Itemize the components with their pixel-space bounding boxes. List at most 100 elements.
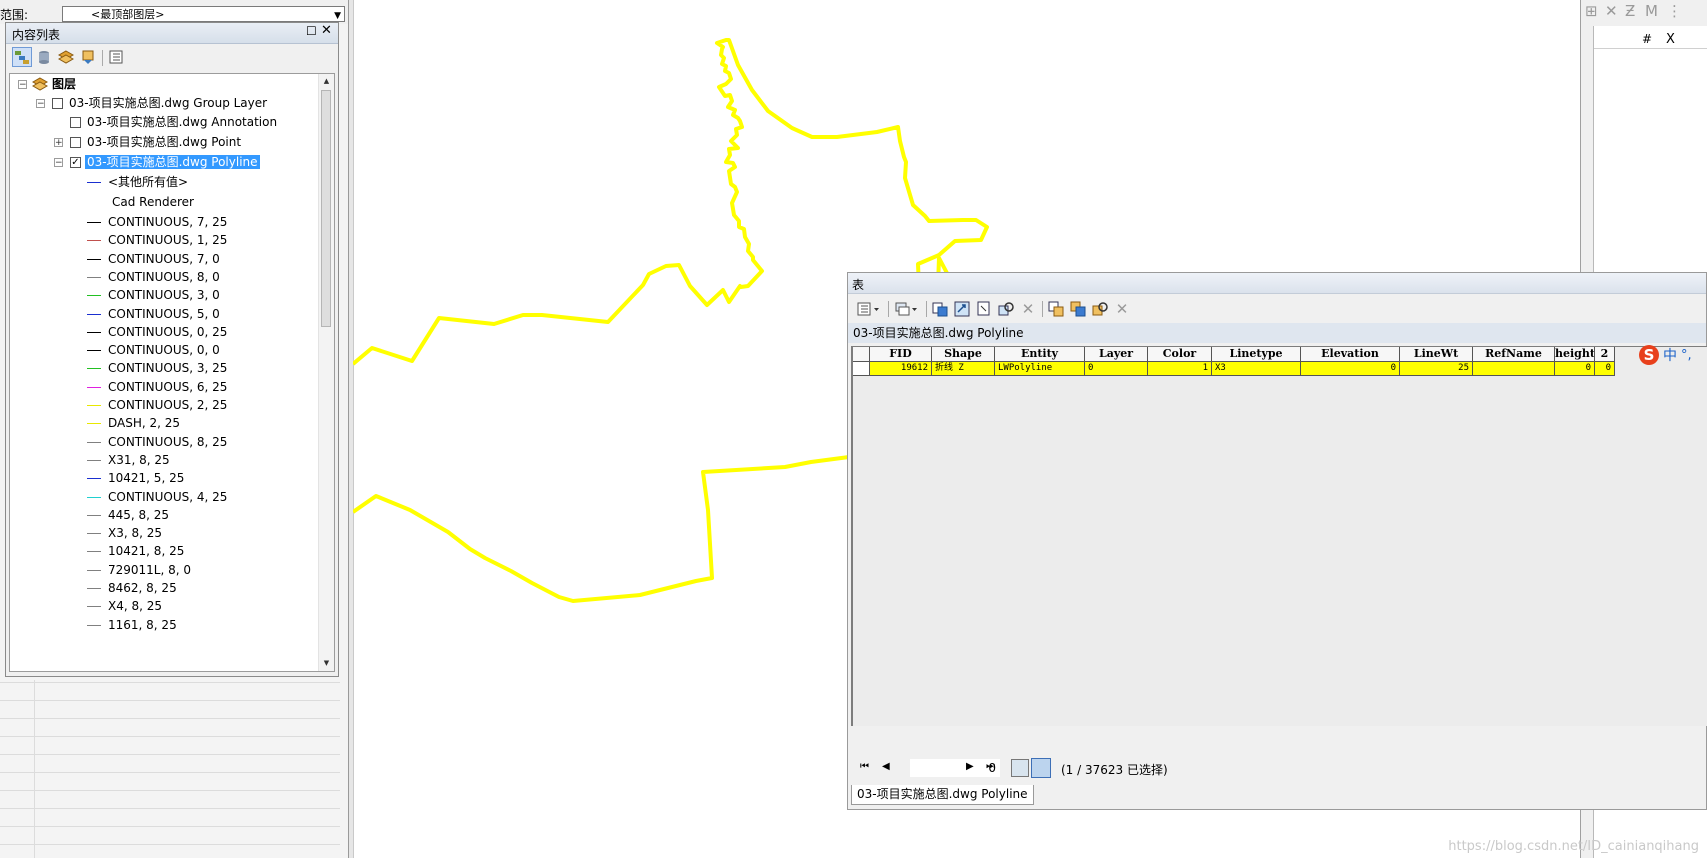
show-all-records-button[interactable] xyxy=(1011,759,1029,777)
z-tool-icon[interactable]: Ƶ xyxy=(1625,2,1635,20)
row-selector[interactable] xyxy=(853,362,870,376)
first-record-icon[interactable]: ⏮ xyxy=(860,761,869,772)
ime-punctuation-mode[interactable]: °, xyxy=(1681,348,1692,363)
legend-item-label[interactable]: 10421, 5, 25 xyxy=(108,469,184,487)
attribute-grid[interactable]: FID Shape Entity Layer Color Linetype Elevatio… xyxy=(851,345,1707,726)
point-layer-label[interactable]: 03-项目实施总图.dwg Point xyxy=(87,133,241,151)
list-by-selection-button[interactable] xyxy=(78,47,98,67)
root-layers-label[interactable]: 图层 xyxy=(52,75,76,93)
legend-item-label[interactable]: CONTINUOUS, 6, 25 xyxy=(108,378,227,396)
legend-item-label[interactable]: CONTINUOUS, 7, 0 xyxy=(108,250,220,268)
table-cell[interactable]: 0 xyxy=(1555,362,1595,376)
table-cell[interactable]: 0 xyxy=(1301,362,1400,376)
table-cell[interactable]: 19612 xyxy=(870,362,932,376)
table-cell[interactable]: LWPolyline xyxy=(995,362,1085,376)
column-header[interactable]: Shape xyxy=(932,347,995,362)
legend-item-label[interactable]: CONTINUOUS, 3, 25 xyxy=(108,359,227,377)
previous-record-icon[interactable]: ◀ xyxy=(882,761,890,772)
legend-item-label[interactable]: CONTINUOUS, 0, 25 xyxy=(108,323,227,341)
zoom-records-button[interactable] xyxy=(1090,299,1110,319)
legend-item-label[interactable]: DASH, 2, 25 xyxy=(108,414,180,432)
column-header[interactable]: height xyxy=(1555,347,1595,362)
legend-item-label[interactable]: CONTINUOUS, 8, 0 xyxy=(108,268,220,286)
legend-item-label[interactable]: CONTINUOUS, 3, 0 xyxy=(108,286,220,304)
last-record-icon[interactable]: ⏭ xyxy=(986,761,995,772)
scroll-up-icon[interactable]: ▲ xyxy=(319,74,334,89)
zoom-to-selected-button[interactable] xyxy=(996,299,1016,319)
table-options-button[interactable] xyxy=(854,299,884,319)
toc-titlebar[interactable]: 内容列表 ☐ ✕ xyxy=(6,23,338,44)
table-cell[interactable]: 0 xyxy=(1595,362,1615,376)
grid-tool-icon[interactable]: ⊞ xyxy=(1585,2,1598,20)
scroll-down-icon[interactable]: ▼ xyxy=(319,656,334,671)
table-cell[interactable]: X3 xyxy=(1212,362,1301,376)
table-titlebar[interactable]: 表 xyxy=(848,273,1706,294)
legend-item-label[interactable]: CONTINUOUS, 7, 25 xyxy=(108,213,227,231)
scope-dropdown[interactable]: <最顶部图层> ▼ xyxy=(62,6,345,22)
paste-records-button[interactable] xyxy=(1068,299,1088,319)
legend-item-label[interactable]: X4, 8, 25 xyxy=(108,597,162,615)
polyline-layer-checkbox[interactable]: ✓ xyxy=(70,157,81,168)
annotation-layer-checkbox[interactable] xyxy=(70,117,81,128)
list-by-drawing-order-button[interactable] xyxy=(12,47,32,67)
copy-records-button[interactable] xyxy=(1046,299,1066,319)
delete-tool-icon[interactable]: ✕ xyxy=(1605,2,1618,20)
next-record-icon[interactable]: ▶ xyxy=(966,761,974,772)
legend-item-label[interactable]: CONTINUOUS, 2, 25 xyxy=(108,396,227,414)
switch-selection-button[interactable] xyxy=(952,299,972,319)
column-header[interactable]: Color xyxy=(1148,347,1212,362)
collapse-icon[interactable]: − xyxy=(18,80,27,90)
measure-tool-icon[interactable]: M xyxy=(1645,2,1658,20)
legend-item-label[interactable]: CONTINUOUS, 8, 25 xyxy=(108,433,227,451)
ime-indicator[interactable]: S 中 °, xyxy=(1639,345,1707,365)
legend-item-label[interactable]: 10421, 8, 25 xyxy=(108,542,184,560)
table-cell[interactable]: 折线 Z xyxy=(932,362,995,376)
point-layer-checkbox[interactable] xyxy=(70,137,81,148)
related-tables-button[interactable] xyxy=(892,299,922,319)
table-tab[interactable]: 03-项目实施总图.dwg Polyline xyxy=(851,785,1034,805)
table-row[interactable]: 19612 折线 Z LWPolyline 0 1 X3 0 25 0 0 xyxy=(853,362,1615,376)
clear-selection-button[interactable] xyxy=(974,299,994,319)
ime-chinese-mode[interactable]: 中 xyxy=(1663,345,1677,365)
legend-item-label[interactable]: CONTINUOUS, 0, 0 xyxy=(108,341,220,359)
scroll-thumb[interactable] xyxy=(321,90,331,327)
legend-item-label[interactable]: CONTINUOUS, 4, 25 xyxy=(108,488,227,506)
legend-item-label[interactable]: 729011L, 8, 0 xyxy=(108,561,191,579)
show-selected-records-button[interactable] xyxy=(1031,758,1051,778)
group-layer-checkbox[interactable] xyxy=(52,98,63,109)
column-header[interactable]: Layer xyxy=(1085,347,1148,362)
column-header[interactable]: Elevation xyxy=(1301,347,1400,362)
delete-records-icon[interactable]: ✕ xyxy=(1112,299,1132,319)
list-by-source-button[interactable] xyxy=(34,47,54,67)
column-header[interactable]: Linetype xyxy=(1212,347,1301,362)
legend-item-label[interactable]: X3, 8, 25 xyxy=(108,524,162,542)
table-cell[interactable]: 1 xyxy=(1148,362,1212,376)
legend-item-label[interactable]: 8462, 8, 25 xyxy=(108,579,177,597)
expand-icon[interactable]: + xyxy=(54,138,63,148)
column-header[interactable]: FID xyxy=(870,347,932,362)
legend-item-label[interactable]: CONTINUOUS, 5, 0 xyxy=(108,305,220,323)
legend-item-label[interactable]: 445, 8, 25 xyxy=(108,506,169,524)
legend-other-values[interactable]: <其他所有值> xyxy=(108,173,188,191)
more-tool-icon[interactable]: ⋮ xyxy=(1667,2,1682,20)
group-layer-label[interactable]: 03-项目实施总图.dwg Group Layer xyxy=(69,94,267,112)
row-selector-header[interactable] xyxy=(853,347,870,362)
column-header[interactable]: RefName xyxy=(1473,347,1555,362)
collapse-icon[interactable]: − xyxy=(54,158,63,168)
table-cell[interactable]: 25 xyxy=(1400,362,1473,376)
select-by-attributes-button[interactable] xyxy=(930,299,950,319)
legend-item-label[interactable]: 1161, 8, 25 xyxy=(108,616,177,634)
column-header[interactable]: LineWt xyxy=(1400,347,1473,362)
legend-item-label[interactable]: CONTINUOUS, 1, 25 xyxy=(108,231,227,249)
legend-item-label[interactable]: X31, 8, 25 xyxy=(108,451,170,469)
annotation-layer-label[interactable]: 03-项目实施总图.dwg Annotation xyxy=(87,113,277,131)
close-icon[interactable]: ✕ xyxy=(321,24,333,37)
table-cell[interactable] xyxy=(1473,362,1555,376)
delete-selected-icon[interactable]: ✕ xyxy=(1018,299,1038,319)
options-button[interactable] xyxy=(106,47,126,67)
toc-scrollbar[interactable]: ▲ ▼ xyxy=(318,74,334,671)
column-header[interactable]: Entity xyxy=(995,347,1085,362)
polyline-layer-label[interactable]: 03-项目实施总图.dwg Polyline xyxy=(85,153,260,171)
table-cell[interactable]: 0 xyxy=(1085,362,1148,376)
dock-icon[interactable]: ☐ xyxy=(306,25,318,37)
